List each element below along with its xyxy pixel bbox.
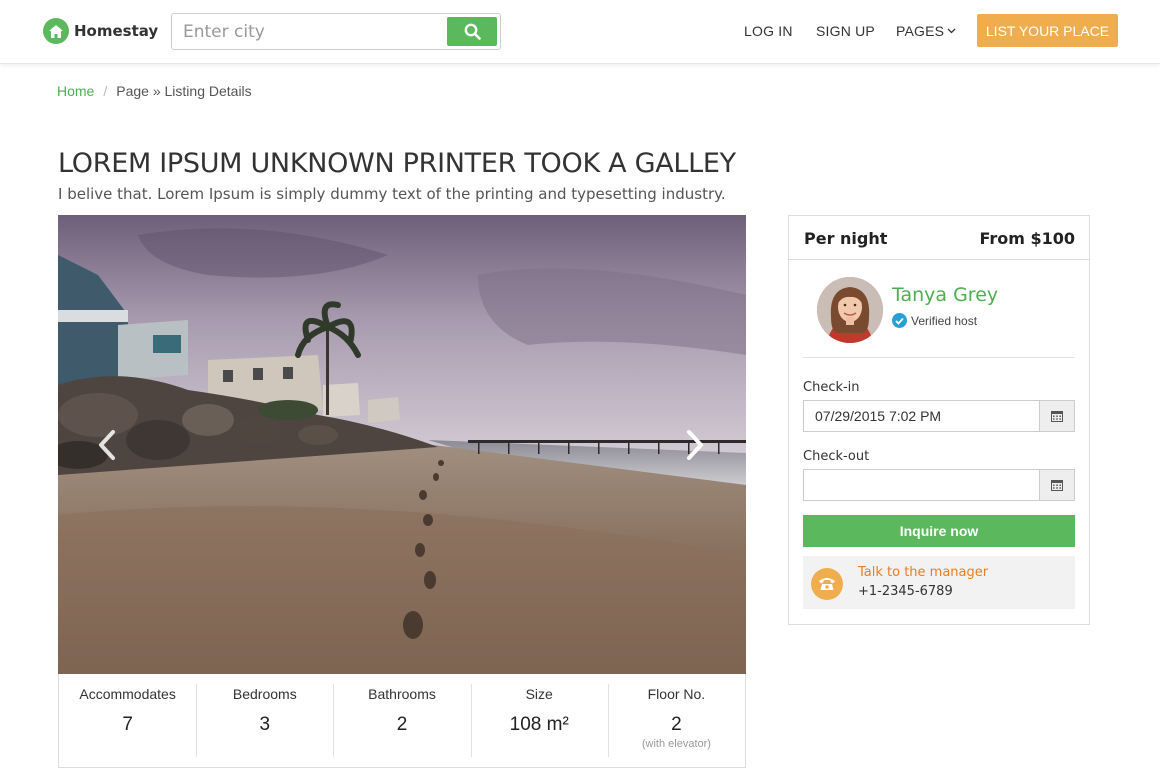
search-bar [171,13,501,50]
breadcrumb-separator: / [103,83,108,99]
home-icon [43,18,69,44]
search-button[interactable] [447,17,497,46]
search-input[interactable] [172,14,444,49]
stat-bathrooms: Bathrooms 2 [333,674,470,767]
verified-label: Verified host [911,313,978,328]
stat-bedrooms: Bedrooms 3 [196,674,333,767]
booking-header: Per night From $100 [789,216,1089,260]
page-subtitle: I belive that. Lorem Ipsum is simply dum… [58,185,726,203]
calendar-icon[interactable] [1039,401,1074,431]
stat-floor: Floor No. 2 (with elevator) [607,674,745,767]
checkin-input[interactable] [804,401,1040,431]
stat-value: 2 [671,714,682,735]
list-your-place-button[interactable]: LIST YOUR PLACE [977,14,1118,47]
stat-label: Bathrooms [368,686,436,702]
stat-value: 3 [259,714,271,735]
nav-signup[interactable]: SIGN UP [816,23,875,39]
stat-accommodates: Accommodates 7 [59,674,196,767]
checkout-input[interactable] [804,470,1040,500]
divider [803,357,1075,358]
stat-label: Size [525,686,553,702]
breadcrumb-home[interactable]: Home [57,83,94,99]
nav-pages-label: PAGES [896,23,945,39]
avatar[interactable] [817,277,883,343]
logo-text: Homestay [74,22,159,40]
talk-to-manager-box: Talk to the manager +1-2345-6789 [803,556,1075,609]
stat-value: 7 [122,714,133,735]
chevron-right-icon[interactable] [683,428,707,462]
breadcrumb-current: Page » Listing Details [116,83,252,99]
page-title: LOREM IPSUM UNKNOWN PRINTER TOOK A GALLE… [58,148,736,179]
nav-login[interactable]: LOG IN [744,23,793,39]
breadcrumb: Home / Page » Listing Details [57,83,252,99]
manager-phone: +1-2345-6789 [858,584,953,599]
chevron-down-icon [947,28,956,34]
phone-icon [811,568,843,600]
site-header: Homestay LOG IN SIGN UP PAGES LIST YOUR … [0,0,1160,64]
checkin-label: Check-in [803,380,860,395]
host-name[interactable]: Tanya Grey [892,284,998,306]
inquire-now-button[interactable]: Inquire now [803,515,1075,547]
stat-value: 108 m² [509,714,569,735]
per-night-label: Per night [804,229,888,248]
price-label: From $100 [979,229,1075,248]
check-badge-icon [892,313,907,328]
checkout-label: Check-out [803,449,870,464]
booking-panel: Per night From $100 Tanya Grey Verified … [788,215,1090,625]
checkin-field [803,400,1075,432]
stat-note: (with elevator) [641,738,711,750]
checkout-field [803,469,1075,501]
nav-pages[interactable]: PAGES [896,23,956,39]
logo[interactable]: Homestay [43,18,158,44]
calendar-icon[interactable] [1039,470,1074,500]
stat-label: Bedrooms [232,686,297,702]
talk-to-manager-link[interactable]: Talk to the manager [858,565,988,580]
stat-size: Size 108 m² [470,674,608,767]
beach-photo [58,215,746,674]
stat-value: 2 [396,714,408,735]
chevron-left-icon[interactable] [95,428,119,462]
listing-photo-gallery[interactable] [58,215,746,674]
stat-label: Floor No. [647,686,706,702]
search-icon [464,23,481,40]
verified-host-badge: Verified host [892,313,977,328]
listing-stats: Accommodates 7 Bedrooms 3 Bathrooms 2 Si… [58,674,746,768]
stat-label: Accommodates [79,686,176,702]
